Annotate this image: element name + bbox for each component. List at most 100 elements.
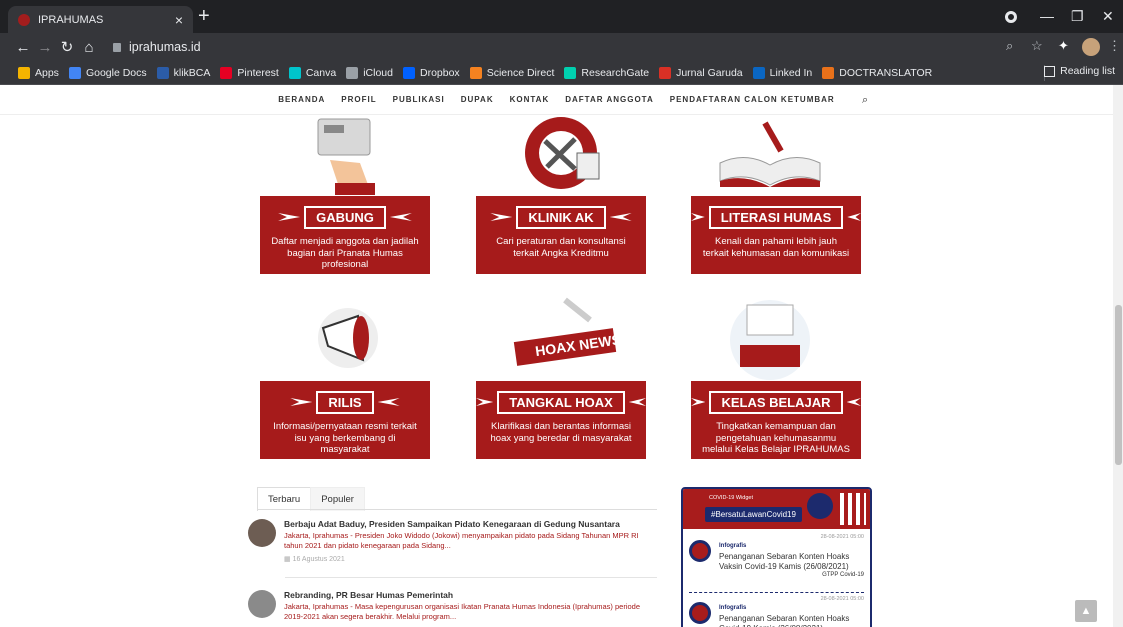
nav-item[interactable]: BERANDA [278,95,325,104]
nav-item[interactable]: DAFTAR ANGGOTA [565,95,654,104]
bookmark-icon [346,66,359,79]
news-item[interactable]: Rebranding, PR Besar Humas Pemerintah Ja… [248,590,658,622]
url-text[interactable]: iprahumas.id [129,40,201,54]
bookmark-icon [402,66,415,79]
card-klinik-ak[interactable]: KLINIK AK Cari peraturan dan konsultansi… [476,196,646,274]
zoom-icon[interactable]: ⌕ [1006,38,1013,54]
bookmark-label: Apps [35,66,59,79]
pattern-icon [840,493,866,525]
bookmark-icon [18,66,30,79]
item-title[interactable]: Penanganan Sebaran Konten Hoaks Vaksin C… [719,552,864,572]
bookmark-icon [659,66,672,79]
bookmark-label: Linked In [769,66,813,79]
item-kind: Infografis [719,543,747,549]
reload-icon[interactable]: ↻ [56,38,78,56]
news-title[interactable]: Berbaju Adat Baduy, Presiden Sampaikan P… [284,519,658,529]
card-description: Informasi/pernyataan resmi terkait isu y… [273,421,417,455]
bookmark-icon [68,66,81,79]
extensions-icon[interactable]: ✦ [1058,38,1069,54]
nav-item[interactable]: KONTAK [510,95,550,104]
site-nav: BERANDA PROFIL PUBLIKASI DUPAK KONTAK DAFTAR … [0,85,1113,115]
tab-terbaru[interactable]: Terbaru [257,487,312,511]
widget-item[interactable]: Infografis 28-08-2021 05:00 Penanganan Se… [689,534,864,578]
back-icon[interactable]: ← [12,39,34,56]
bookmark-item[interactable]: Dropbox [402,66,460,79]
scrollbar-thumb[interactable] [1115,305,1122,465]
card-title: TANGKAL HOAX [497,390,625,414]
maximize-icon[interactable]: ❐ [1071,8,1084,25]
address-bar[interactable]: iprahumas.id [113,37,1123,57]
bookmark-label: Jurnal Garuda [676,66,743,79]
bookmark-item[interactable]: Jurnal Garuda [659,66,743,79]
avatar[interactable] [1082,38,1100,56]
card-gabung[interactable]: GABUNG Daftar menjadi anggota dan jadila… [260,196,430,274]
bookmark-item[interactable]: Canva [288,66,337,79]
calendar-icon: ▦ [284,556,293,563]
bookmark-item[interactable]: iCloud [346,66,393,79]
card-literasi-humas[interactable]: LITERASI HUMAS Kenali dan pahami lebih j… [691,196,861,274]
news-item[interactable]: Berbaju Adat Baduy, Presiden Sampaikan P… [248,519,658,563]
tab-populer[interactable]: Populer [310,487,365,511]
reading-list-button[interactable]: Reading list [1044,65,1115,77]
news-thumbnail[interactable] [248,590,276,618]
bookmark-label: Canva [305,66,337,79]
card-description: Kenali dan pahami lebih jauh terkait keh… [702,236,850,259]
back-to-top-button[interactable]: ▲ [1075,600,1097,622]
nav-item[interactable]: PUBLIKASI [393,95,445,104]
item-title[interactable]: Penanganan Sebaran Konten Hoaks Covid-19… [719,614,864,627]
bookmark-item[interactable]: Apps [18,66,59,79]
menu-kebab-icon[interactable]: ⋮ [1108,38,1121,54]
bookmark-item[interactable]: DOCTRANSLATOR [822,66,933,79]
megaphone-icon [318,308,378,368]
bookmark-item[interactable]: klikBCA [156,66,210,79]
covid-widget: COVID-19 Widget #BersatuLawanCovid19 Inf… [681,487,872,627]
close-window-icon[interactable]: ✕ [1102,8,1114,25]
news-excerpt: Jakarta, Iprahumas - Masa kepengurusan o… [284,602,641,621]
bookmark-item[interactable]: Pinterest [220,66,279,79]
bookmark-item[interactable]: Linked In [752,66,813,79]
item-source: GTPP Covid-19 [822,572,864,578]
profile-indicator-icon[interactable] [1005,11,1017,23]
card-tangkal-hoax[interactable]: TANGKAL HOAX Klarifikasi dan berantas in… [476,381,646,459]
widget-item[interactable]: Infografis 28-08-2021 05:00 Penanganan Se… [689,596,864,627]
nav-item[interactable]: PROFIL [341,95,376,104]
signup-illustration-icon [317,118,375,195]
lock-icon [113,42,121,52]
card-description: Daftar menjadi anggota dan jadilah bagia… [271,236,419,270]
bookmark-item[interactable]: Science Direct [469,66,554,79]
bookmark-icon [156,66,169,79]
bookmark-icon [288,66,301,79]
minimize-icon[interactable]: — [1040,8,1054,24]
nav-item[interactable]: PENDAFTARAN CALON KETUMBAR [670,95,835,104]
bookmark-item[interactable]: ResearchGate [564,66,649,79]
reading-list-icon [1044,65,1056,77]
news-title[interactable]: Rebranding, PR Besar Humas Pemerintah [284,590,658,600]
book-icon [719,121,821,187]
card-title: KLINIK AK [516,205,606,229]
bookmark-icon [469,66,482,79]
garuda-logo-icon [807,493,833,519]
infographic-icon [689,602,711,624]
reading-list-label: Reading list [1060,65,1115,77]
search-icon[interactable]: ⌕ [862,94,868,107]
star-icon[interactable]: ☆ [1031,38,1043,54]
browser-tab[interactable]: IPRAHUMAS × [8,6,193,33]
widget-small-label: COVID-19 Widget [709,495,754,501]
bookmark-label: Dropbox [419,66,460,79]
classroom-icon [730,300,810,380]
card-kelas-belajar[interactable]: KELAS BELAJAR Tingkatkan kemampuan dan p… [691,381,861,459]
nav-item[interactable]: DUPAK [461,95,494,104]
forward-icon[interactable]: → [34,39,56,56]
home-icon[interactable]: ⌂ [78,39,100,56]
bookmark-label: DOCTRANSLATOR [839,66,933,79]
bookmark-item[interactable]: Google Docs [68,66,147,79]
close-tab-icon[interactable]: × [175,12,183,28]
news-thumbnail[interactable] [248,519,276,547]
widget-hashtag: #BersatuLawanCovid19 [705,507,802,522]
card-description: Klarifikasi dan berantas informasi hoax … [490,421,632,444]
web-page: BERANDA PROFIL PUBLIKASI DUPAK KONTAK DAFTAR … [0,85,1113,627]
new-tab-icon[interactable]: + [198,6,210,26]
bookmark-label: Google Docs [85,66,147,79]
tabs-divider [257,509,657,510]
card-rilis[interactable]: RILIS Informasi/pernyataan resmi terkait… [260,381,430,459]
